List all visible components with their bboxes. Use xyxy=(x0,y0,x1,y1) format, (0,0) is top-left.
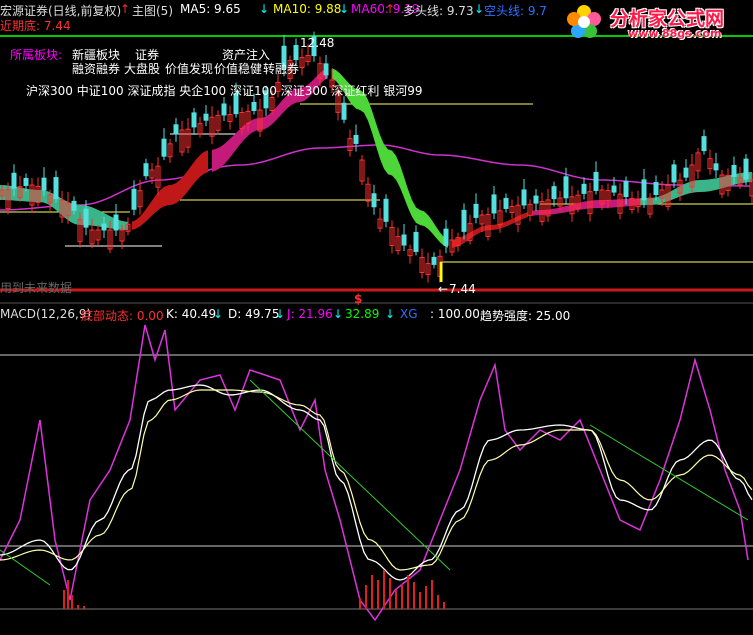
d-line xyxy=(0,389,753,571)
sector-item: 融资融券 xyxy=(72,62,121,76)
candle-body xyxy=(671,164,677,183)
arrow-down-icon: ↓ xyxy=(259,2,270,16)
recent-low-label: 近期底: 7.44 xyxy=(0,19,71,33)
candle-body xyxy=(491,194,497,214)
v-value-label: 32.89 xyxy=(345,307,380,321)
arrow-down-icon: ↓ xyxy=(474,2,485,16)
main-chart-label[interactable]: 主图(5) xyxy=(132,2,173,19)
low-marker-arrow: ← xyxy=(438,282,449,296)
candle-body xyxy=(11,172,17,189)
trend-line xyxy=(0,549,51,586)
arrow-down-icon: ↓ xyxy=(275,307,286,321)
candle-body xyxy=(101,223,107,231)
arrow-down-icon: ↓ xyxy=(333,307,344,321)
candle-body xyxy=(143,163,149,177)
candle-body xyxy=(71,200,77,211)
candle-body xyxy=(401,234,407,246)
k-line xyxy=(0,384,753,581)
low-marker: 7.44 xyxy=(449,282,476,296)
candle-body xyxy=(443,228,449,246)
candle-body xyxy=(641,179,647,201)
sector-item: 转融券 xyxy=(263,62,300,76)
candle-body xyxy=(563,176,569,199)
candle-body xyxy=(203,113,209,121)
dollar-marker: $ xyxy=(354,292,363,306)
value-100-label: : 100.00 xyxy=(430,307,480,321)
candle-body xyxy=(173,124,179,135)
duo-line-label: 多头线: 9.73 xyxy=(403,4,474,18)
candle-body xyxy=(371,193,377,208)
trend-strength-label: 趋势强度: 25.00 xyxy=(480,309,571,323)
arrow-up-icon: ↑ xyxy=(385,2,396,16)
candle-body xyxy=(191,112,197,128)
site-url: www.88gs.com xyxy=(628,27,722,40)
candle-body xyxy=(743,158,749,180)
candle-body xyxy=(53,177,59,200)
ma5-label: MA5: 9.65 xyxy=(180,2,241,16)
candle-body xyxy=(473,203,479,218)
candle-body xyxy=(251,101,257,111)
candle-body xyxy=(41,177,47,191)
arrow-down-icon: ↓ xyxy=(339,2,350,16)
candle-body xyxy=(581,183,587,194)
ma10-label: MA10: 9.88 xyxy=(273,2,342,16)
candle-body xyxy=(113,214,119,231)
candle-body xyxy=(341,102,347,120)
kong-line-label: 空头线: 9.7 xyxy=(484,4,547,18)
k-value-label: K: 40.49 xyxy=(166,307,217,321)
candle-body xyxy=(353,134,359,144)
arrow-down-icon: ↓ xyxy=(385,307,396,321)
candle-body xyxy=(731,164,737,177)
d-value-label: D: 49.75 xyxy=(228,307,280,321)
candle-body xyxy=(551,186,557,200)
candle-body xyxy=(521,189,527,206)
trend-line xyxy=(249,379,451,571)
sector-item: 价值稳健 xyxy=(214,62,263,76)
candle-body xyxy=(623,181,629,198)
candle-body xyxy=(653,182,659,196)
candle-body xyxy=(413,231,419,252)
candle-body xyxy=(293,45,299,61)
candle-body xyxy=(383,198,389,222)
bottom-dynamic-label: 底部动态: 0.00 xyxy=(81,309,164,323)
j-value-label: J: 21.96 xyxy=(287,307,333,321)
candle-body xyxy=(503,197,509,209)
index-list: 沪深300 中证100 深证成指 央企100 深证100 深证300 深证红利 … xyxy=(26,84,423,98)
candle-body xyxy=(23,177,29,186)
arrow-down-icon: ↓ xyxy=(213,307,224,321)
j-line xyxy=(0,324,749,622)
candle-body xyxy=(713,163,719,171)
candle-body xyxy=(593,171,599,191)
site-logo: 分析家公式网 www.88gs.com xyxy=(562,2,752,42)
sector-item: 价值发现 xyxy=(165,62,214,76)
high-marker: 12.48 xyxy=(300,36,335,50)
candle-body xyxy=(323,63,329,76)
macd-label[interactable]: MACD(12,26,9) xyxy=(0,307,91,321)
arrow-up-icon: ↑ xyxy=(120,2,131,16)
candle-body xyxy=(161,138,167,157)
sector-title: 所属板块: xyxy=(10,48,63,62)
candle-body xyxy=(683,167,689,178)
candle-body xyxy=(131,188,137,210)
candle-body xyxy=(533,195,539,204)
candle-body xyxy=(83,208,89,228)
candle-body xyxy=(701,136,707,152)
candle-body xyxy=(431,256,437,265)
future-data-label: 用到未来数据 xyxy=(0,281,73,295)
candle-body xyxy=(611,185,617,193)
xg-label: XG xyxy=(400,307,418,321)
candle-body xyxy=(221,103,227,116)
candle-body xyxy=(461,209,467,232)
sector-item: 大盘股 xyxy=(124,62,161,76)
